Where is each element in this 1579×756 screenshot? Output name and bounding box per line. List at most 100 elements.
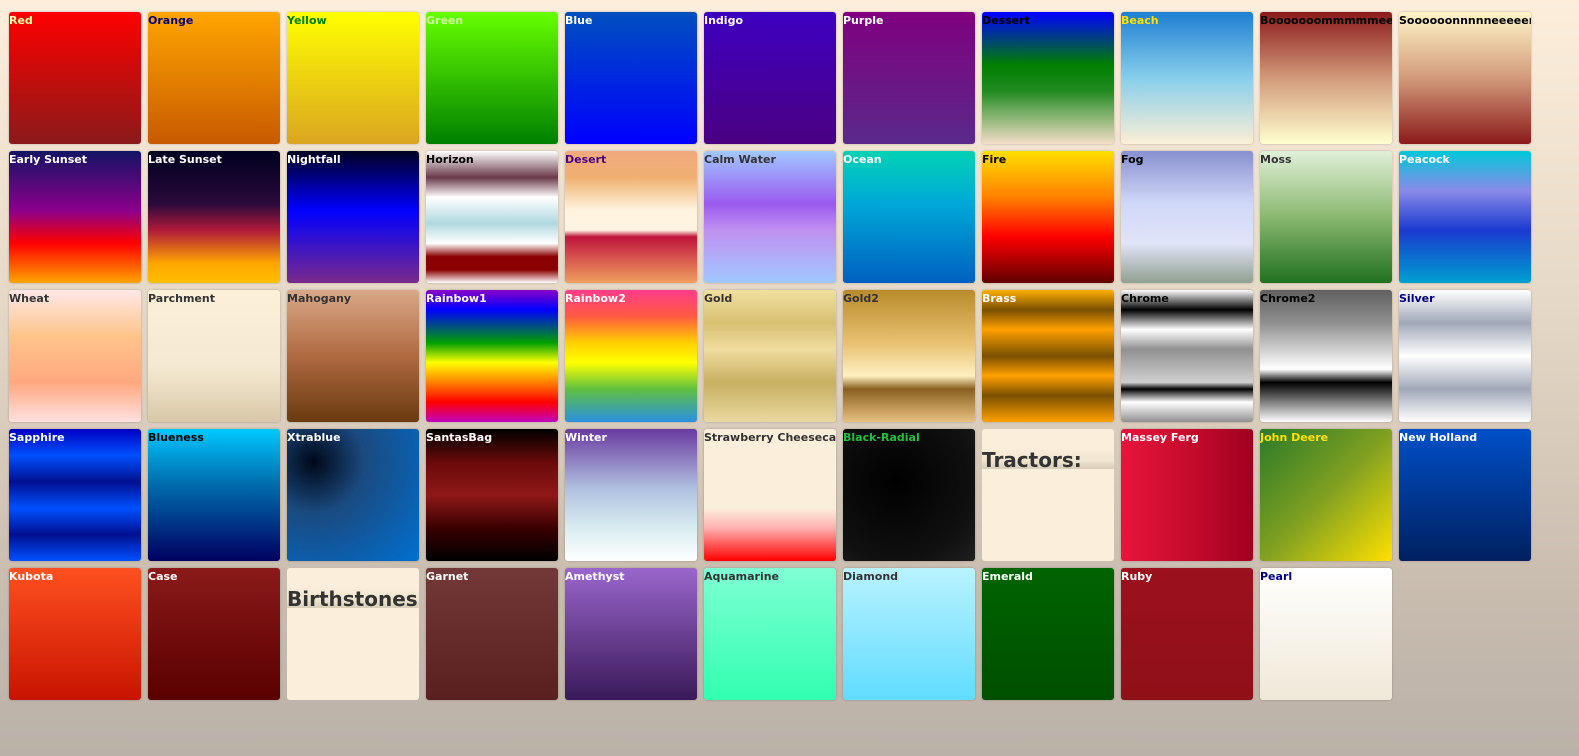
swatch-label: Red bbox=[9, 14, 33, 27]
gradient-swatch[interactable]: Orange bbox=[148, 12, 280, 144]
gradient-swatch[interactable]: Horizon bbox=[426, 151, 558, 283]
gradient-swatch[interactable]: Nightfall bbox=[287, 151, 419, 283]
swatch-label: Winter bbox=[565, 431, 607, 444]
swatch-label: Brass bbox=[982, 292, 1017, 305]
gradient-swatch[interactable]: Calm Water bbox=[704, 151, 836, 283]
gradient-swatch[interactable]: Parchment bbox=[148, 290, 280, 422]
swatch-label: Xtrablue bbox=[287, 431, 341, 444]
gradient-swatch[interactable]: Moss bbox=[1260, 151, 1392, 283]
swatch-label: Rainbow2 bbox=[565, 292, 626, 305]
swatch-label: Blue bbox=[565, 14, 593, 27]
swatch-label: Amethyst bbox=[565, 570, 625, 583]
swatch-label: Wheat bbox=[9, 292, 50, 305]
gradient-swatch[interactable]: Kubota bbox=[9, 568, 141, 700]
swatch-label: Fog bbox=[1121, 153, 1144, 166]
gradient-swatch[interactable]: Beach bbox=[1121, 12, 1253, 144]
gradient-swatch[interactable]: Pearl bbox=[1260, 568, 1392, 700]
gradient-swatch[interactable]: Silver bbox=[1399, 290, 1531, 422]
gradient-swatch[interactable]: Diamond bbox=[843, 568, 975, 700]
gradient-swatch[interactable]: SantasBag bbox=[426, 429, 558, 561]
gradient-swatch[interactable]: Green bbox=[426, 12, 558, 144]
swatch-label: Late Sunset bbox=[148, 153, 222, 166]
gradient-swatch[interactable]: Rainbow2 bbox=[565, 290, 697, 422]
swatch-label: Horizon bbox=[426, 153, 474, 166]
gradient-swatch[interactable]: Xtrablue bbox=[287, 429, 419, 561]
gradient-swatch[interactable]: Late Sunset bbox=[148, 151, 280, 283]
swatch-label: Emerald bbox=[982, 570, 1033, 583]
gradient-swatch[interactable]: Mahogany bbox=[287, 290, 419, 422]
gradient-swatch[interactable]: Blueness bbox=[148, 429, 280, 561]
gradient-swatch[interactable]: Chrome2 bbox=[1260, 290, 1392, 422]
swatch-label: Moss bbox=[1260, 153, 1292, 166]
gradient-swatch[interactable]: Desert bbox=[565, 151, 697, 283]
swatch-label: Rainbow1 bbox=[426, 292, 487, 305]
swatch-label: Purple bbox=[843, 14, 884, 27]
swatch-label: Peacock bbox=[1399, 153, 1450, 166]
swatch-label: Calm Water bbox=[704, 153, 776, 166]
swatch-label: Garnet bbox=[426, 570, 469, 583]
gradient-swatch[interactable]: Ruby bbox=[1121, 568, 1253, 700]
gradient-swatch[interactable]: Fire bbox=[982, 151, 1114, 283]
section-heading-text: Birthstones: bbox=[287, 587, 419, 611]
gradient-swatch[interactable]: Indigo bbox=[704, 12, 836, 144]
swatch-label: Massey Ferg bbox=[1121, 431, 1199, 444]
swatch-label: New Holland bbox=[1399, 431, 1478, 444]
gradient-swatch[interactable]: Dessert bbox=[982, 12, 1114, 144]
gradient-swatch[interactable]: John Deere bbox=[1260, 429, 1392, 561]
swatch-label: Orange bbox=[148, 14, 194, 27]
gradient-swatch[interactable]: Garnet bbox=[426, 568, 558, 700]
swatch-label: Beach bbox=[1121, 14, 1159, 27]
gradient-swatch[interactable]: Chrome bbox=[1121, 290, 1253, 422]
gradient-swatch[interactable]: Emerald bbox=[982, 568, 1114, 700]
gradient-swatch[interactable]: Massey Ferg bbox=[1121, 429, 1253, 561]
swatch-label: Dessert bbox=[982, 14, 1030, 27]
section-heading: Birthstones: bbox=[287, 568, 419, 700]
swatch-label: Early Sunset bbox=[9, 153, 87, 166]
gradient-swatch[interactable]: Winter bbox=[565, 429, 697, 561]
gradient-swatch[interactable]: Rainbow1 bbox=[426, 290, 558, 422]
swatch-label: Indigo bbox=[704, 14, 743, 27]
gradient-swatch[interactable]: Red bbox=[9, 12, 141, 144]
swatch-label: Case bbox=[148, 570, 178, 583]
swatch-label: Blueness bbox=[148, 431, 204, 444]
swatch-label: Booooooommmmmeeeeerrrr bbox=[1260, 14, 1392, 27]
swatch-label: Sapphire bbox=[9, 431, 65, 444]
swatch-label: Gold bbox=[704, 292, 733, 305]
gradient-swatch[interactable]: Early Sunset bbox=[9, 151, 141, 283]
gradient-swatch[interactable]: Purple bbox=[843, 12, 975, 144]
swatch-label: Desert bbox=[565, 153, 607, 166]
swatch-label: Pearl bbox=[1260, 570, 1293, 583]
gradient-swatch[interactable]: New Holland bbox=[1399, 429, 1531, 561]
swatch-label: Green bbox=[426, 14, 464, 27]
gradient-swatch[interactable]: Amethyst bbox=[565, 568, 697, 700]
gradient-swatch[interactable]: Gold bbox=[704, 290, 836, 422]
swatch-label: Diamond bbox=[843, 570, 899, 583]
swatch-label: Parchment bbox=[148, 292, 215, 305]
gradient-swatch[interactable]: Case bbox=[148, 568, 280, 700]
swatch-label: Nightfall bbox=[287, 153, 341, 166]
gradient-swatch[interactable]: Gold2 bbox=[843, 290, 975, 422]
gradient-swatch[interactable]: Booooooommmmmeeeeerrrr bbox=[1260, 12, 1392, 144]
gradient-swatch[interactable]: Yellow bbox=[287, 12, 419, 144]
swatch-label: Yellow bbox=[287, 14, 327, 27]
swatch-label: Soooooonnnnneeeeerrrr bbox=[1399, 14, 1531, 27]
swatch-label: Ocean bbox=[843, 153, 882, 166]
gradient-swatch[interactable]: Sapphire bbox=[9, 429, 141, 561]
gradient-swatch[interactable]: Aquamarine bbox=[704, 568, 836, 700]
gradient-swatch[interactable]: Peacock bbox=[1399, 151, 1531, 283]
section-heading-text: Tractors: bbox=[982, 448, 1082, 472]
gradient-swatch[interactable]: Blue bbox=[565, 12, 697, 144]
gradient-swatch[interactable]: Ocean bbox=[843, 151, 975, 283]
gradient-swatch[interactable]: Soooooonnnnneeeeerrrr bbox=[1399, 12, 1531, 144]
gradient-swatch[interactable]: Wheat bbox=[9, 290, 141, 422]
swatch-label: Mahogany bbox=[287, 292, 352, 305]
swatch-grid: Red Orange Yellow Green Blue Indigo Purple Dess… bbox=[9, 12, 1531, 700]
swatch-label: Silver bbox=[1399, 292, 1435, 305]
gradient-swatch[interactable]: Brass bbox=[982, 290, 1114, 422]
gradient-swatch[interactable]: Strawberry Cheesecake bbox=[704, 429, 836, 561]
swatch-label: Kubota bbox=[9, 570, 54, 583]
gradient-swatch[interactable]: Black-Radial bbox=[843, 429, 975, 561]
gradient-swatch[interactable]: Fog bbox=[1121, 151, 1253, 283]
swatch-label: Aquamarine bbox=[704, 570, 780, 583]
swatch-label: John Deere bbox=[1260, 431, 1329, 444]
